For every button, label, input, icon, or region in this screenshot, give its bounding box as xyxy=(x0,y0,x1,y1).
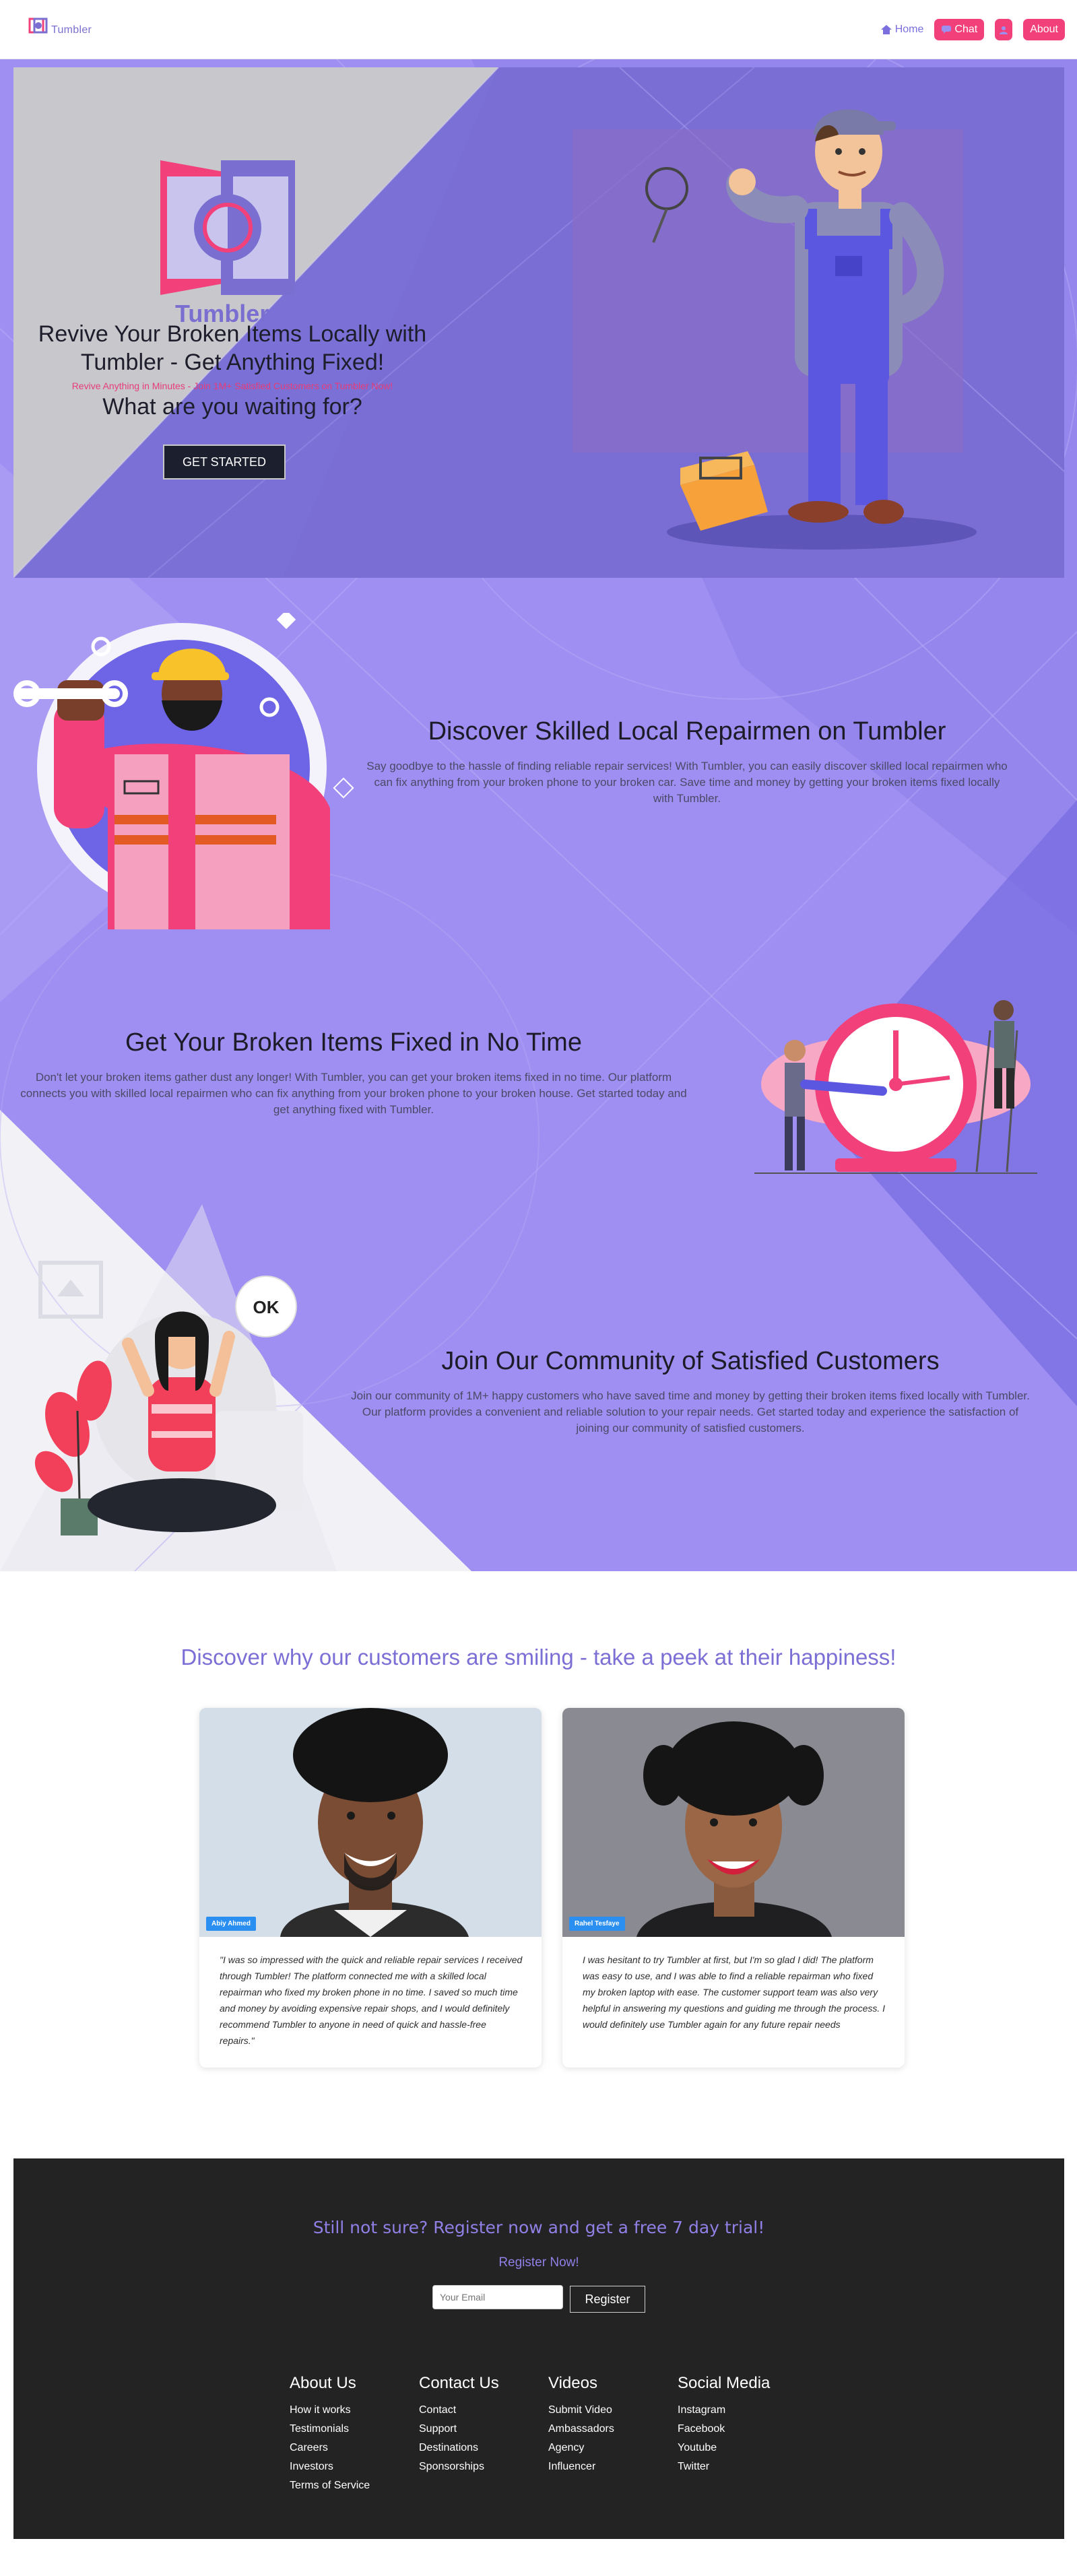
hero-banner: Tumbler Revive Your Broken Items Locally… xyxy=(13,67,1064,578)
nav-home-link[interactable]: Home xyxy=(880,24,924,36)
footer-link[interactable]: Investors xyxy=(290,2457,419,2476)
hero-subtitle: Revive Anything in Minutes - Join 1M+ Sa… xyxy=(71,381,393,391)
nav-profile-button[interactable] xyxy=(995,19,1013,40)
hero-text-block: Revive Your Broken Items Locally with Tu… xyxy=(13,320,451,420)
register-button[interactable]: Register xyxy=(570,2286,645,2313)
footer-link[interactable]: Influencer xyxy=(548,2457,678,2476)
hero-title-line2: Tumbler - Get Anything Fixed! xyxy=(80,350,385,375)
customer-name-tag: Rahel Tesfaye xyxy=(569,1917,625,1931)
testimonial-card: Rahel Tesfaye I was hesitant to try Tumb… xyxy=(562,1708,905,2068)
footer-link[interactable]: Youtube xyxy=(678,2439,807,2457)
feature-community-text: Join our community of 1M+ happy customer… xyxy=(351,1389,1030,1434)
footer-link[interactable]: Sponsorships xyxy=(419,2457,548,2476)
nav-home-label: Home xyxy=(894,24,924,35)
footer-cta-text: Still not sure? Register now and get a f… xyxy=(313,2218,765,2237)
feature-discover-title: Discover Skilled Local Repairmen on Tumb… xyxy=(428,717,946,746)
footer-link[interactable]: Careers xyxy=(290,2439,419,2457)
footer-column-title: Social Media xyxy=(678,2374,771,2392)
home-icon xyxy=(880,25,892,34)
feature-discover-text: Say goodbye to the hassle of finding rel… xyxy=(366,760,1008,805)
footer-columns: About Us How it works Testimonials Caree… xyxy=(290,2374,807,2495)
testimonial-quote: I was hesitant to try Tumbler at first, … xyxy=(583,1954,886,2030)
register-now-link[interactable]: Register Now! xyxy=(13,2255,1064,2270)
customer-photo xyxy=(562,1708,905,1937)
footer-link[interactable]: Terms of Service xyxy=(290,2476,419,2495)
hero-question: What are you waiting for? xyxy=(102,394,362,420)
brand-name: Tumbler xyxy=(51,24,92,36)
footer-link[interactable]: Twitter xyxy=(678,2457,807,2476)
footer-column-title: About Us xyxy=(290,2374,356,2392)
footer-column-contact: Contact Us Contact Support Destinations … xyxy=(419,2374,548,2495)
footer-link[interactable]: How it works xyxy=(290,2401,419,2420)
feature-fixed: Get Your Broken Items Fixed in No Time D… xyxy=(13,1028,694,1118)
footer-link[interactable]: Destinations xyxy=(419,2439,548,2457)
hero-title-line1: Revive Your Broken Items Locally with xyxy=(38,321,427,347)
footer-link[interactable]: Facebook xyxy=(678,2420,807,2439)
customer-name-tag: Abiy Ahmed xyxy=(206,1917,256,1931)
construction-worker-illustration xyxy=(13,613,354,929)
footer-link[interactable]: Contact xyxy=(419,2401,548,2420)
customer-photo xyxy=(199,1708,542,1937)
footer-link[interactable]: Testimonials xyxy=(290,2420,419,2439)
footer-column-videos: Videos Submit Video Ambassadors Agency I… xyxy=(548,2374,678,2495)
feature-fixed-title: Get Your Broken Items Fixed in No Time xyxy=(125,1028,582,1057)
feature-community: Join Our Community of Satisfied Customer… xyxy=(350,1347,1031,1436)
brand[interactable]: Tumbler xyxy=(28,16,92,36)
feature-discover: Discover Skilled Local Repairmen on Tumb… xyxy=(364,717,1010,807)
happy-customer-illustration: OK xyxy=(34,1261,303,1535)
feature-community-title: Join Our Community of Satisfied Customer… xyxy=(441,1347,940,1375)
nav-chat-label: Chat xyxy=(954,24,978,35)
nav-about-label: About xyxy=(1030,24,1058,35)
footer-column-social: Social Media Instagram Facebook Youtube … xyxy=(678,2374,807,2495)
tumbler-hero-logo-icon xyxy=(160,160,295,295)
get-started-button[interactable]: GET STARTED xyxy=(163,444,286,480)
testimonials-title: Discover why our customers are smiling -… xyxy=(181,1645,896,1670)
nav-links: Home Chat About xyxy=(880,19,1065,40)
testimonial-quote: "I was so impressed with the quick and r… xyxy=(220,1954,523,2046)
footer-link[interactable]: Submit Video xyxy=(548,2401,678,2420)
footer-column-title: Videos xyxy=(548,2374,597,2392)
testimonial-card: Abiy Ahmed "I was so impressed with the … xyxy=(199,1708,542,2068)
nav-about-button[interactable]: About xyxy=(1023,19,1065,40)
footer-column-title: Contact Us xyxy=(419,2374,499,2392)
clock-repair-illustration xyxy=(754,1000,1037,1174)
footer-link[interactable]: Agency xyxy=(548,2439,678,2457)
footer-link[interactable]: Ambassadors xyxy=(548,2420,678,2439)
top-navbar: Tumbler Home Chat About xyxy=(0,0,1077,59)
ok-bubble-text: OK xyxy=(253,1297,280,1317)
tumbler-logo-icon xyxy=(28,18,48,34)
user-icon xyxy=(1000,26,1008,34)
footer-link[interactable]: Support xyxy=(419,2420,548,2439)
repairman-illustration xyxy=(573,109,977,550)
footer: Still not sure? Register now and get a f… xyxy=(13,2158,1064,2539)
email-input[interactable] xyxy=(432,2285,563,2309)
footer-link[interactable]: Instagram xyxy=(678,2401,807,2420)
chat-icon xyxy=(942,26,952,34)
feature-fixed-text: Don't let your broken items gather dust … xyxy=(20,1071,687,1116)
nav-chat-button[interactable]: Chat xyxy=(934,19,985,40)
footer-column-about: About Us How it works Testimonials Caree… xyxy=(290,2374,419,2495)
